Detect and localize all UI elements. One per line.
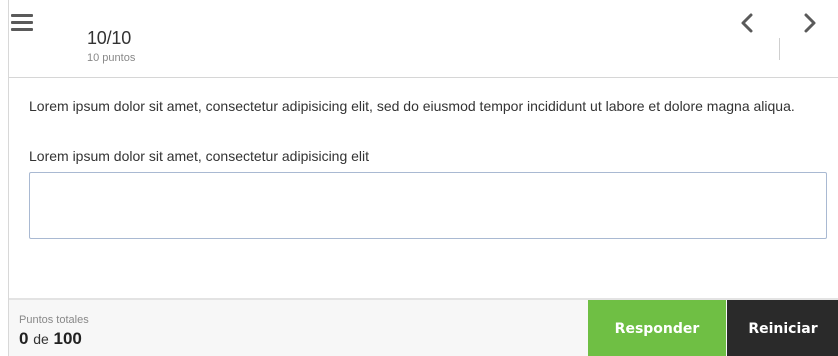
quiz-footer: Puntos totales 0 de 100 Responder Reinic… [9, 298, 838, 356]
score-label: Puntos totales [19, 314, 89, 326]
question-prompt: Lorem ipsum dolor sit amet, consectetur … [29, 148, 370, 164]
quiz-header: 10/10 10 puntos [9, 0, 838, 78]
chevron-left-icon[interactable] [735, 10, 761, 36]
hamburger-menu-icon[interactable] [11, 14, 35, 36]
score-value: 0 de 100 [19, 329, 89, 349]
question-content: Lorem ipsum dolor sit amet, consectetur … [29, 96, 829, 239]
answer-input[interactable] [29, 172, 827, 239]
question-progress: 10/10 10 puntos [87, 28, 135, 64]
nav-divider [779, 38, 780, 60]
score-separator: de [33, 331, 49, 347]
score-current: 0 [19, 329, 29, 348]
reset-button[interactable]: Reiniciar [727, 300, 838, 356]
question-points: 10 puntos [87, 52, 136, 64]
total-score: Puntos totales 0 de 100 [19, 314, 89, 349]
quiz-panel: 10/10 10 puntos Lorem ipsum dolor sit am… [8, 0, 838, 356]
chevron-right-icon[interactable] [797, 10, 823, 36]
score-total: 100 [53, 329, 82, 348]
question-text: Lorem ipsum dolor sit amet, consectetur … [29, 98, 795, 114]
progress-counter: 10/10 [87, 28, 132, 48]
answer-button[interactable]: Responder [588, 300, 726, 356]
